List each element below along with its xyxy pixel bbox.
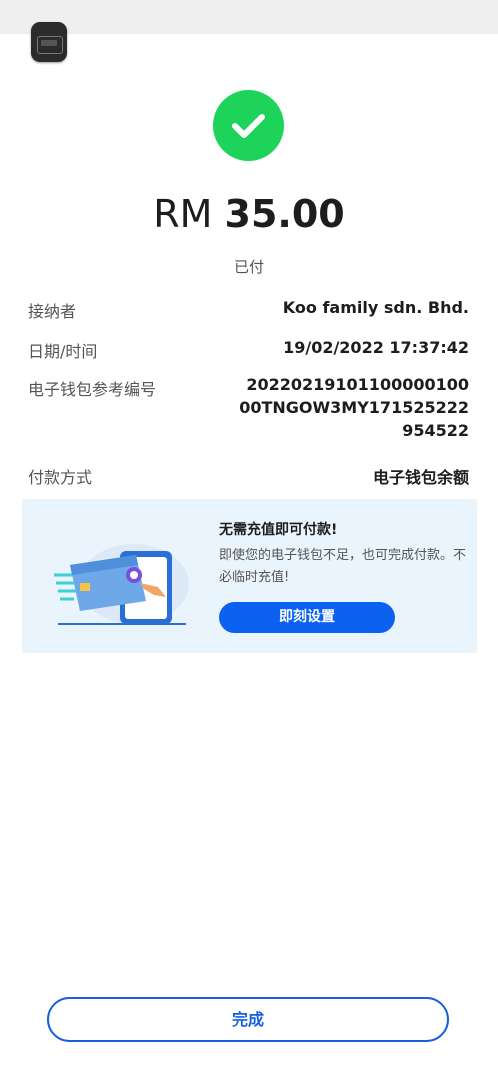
promo-description: 即使您的电子钱包不足，也可完成付款。不必临时充值! [219, 548, 467, 585]
payment-status: 已付 [233, 258, 264, 276]
check-icon [213, 90, 284, 161]
currency-label: RM [153, 192, 213, 236]
reference-label: 电子钱包参考编号 [28, 380, 157, 399]
done-button[interactable]: 完成 [47, 997, 449, 1042]
promo-banner: 无需充值即可付款! 即使您的电子钱包不足，也可完成付款。不必临时充值! 即刻设置 [22, 499, 477, 653]
datetime-label: 日期/时间 [28, 342, 98, 361]
status-bar [0, 0, 498, 34]
app-icon[interactable] [31, 22, 67, 62]
wallet-card-illustration [54, 544, 189, 625]
promo-title: 无需充值即可付款! [219, 522, 338, 538]
payment-method-value: 电子钱包余额 [372, 468, 469, 487]
reference-value: 20220219101100000100 00TNGOW3MY171525222… [239, 375, 469, 440]
datetime-value: 19/02/2022 17:37:42 [283, 338, 469, 357]
payment-method-label: 付款方式 [28, 468, 93, 487]
setup-now-button[interactable]: 即刻设置 [219, 602, 395, 633]
recipient-value: Koo family sdn. Bhd. [282, 298, 469, 317]
app-icon-detail [41, 40, 57, 46]
recipient-label: 接纳者 [28, 302, 77, 321]
payment-amount: RM 35.00 [0, 188, 498, 240]
amount-value: 35.00 [224, 192, 345, 236]
